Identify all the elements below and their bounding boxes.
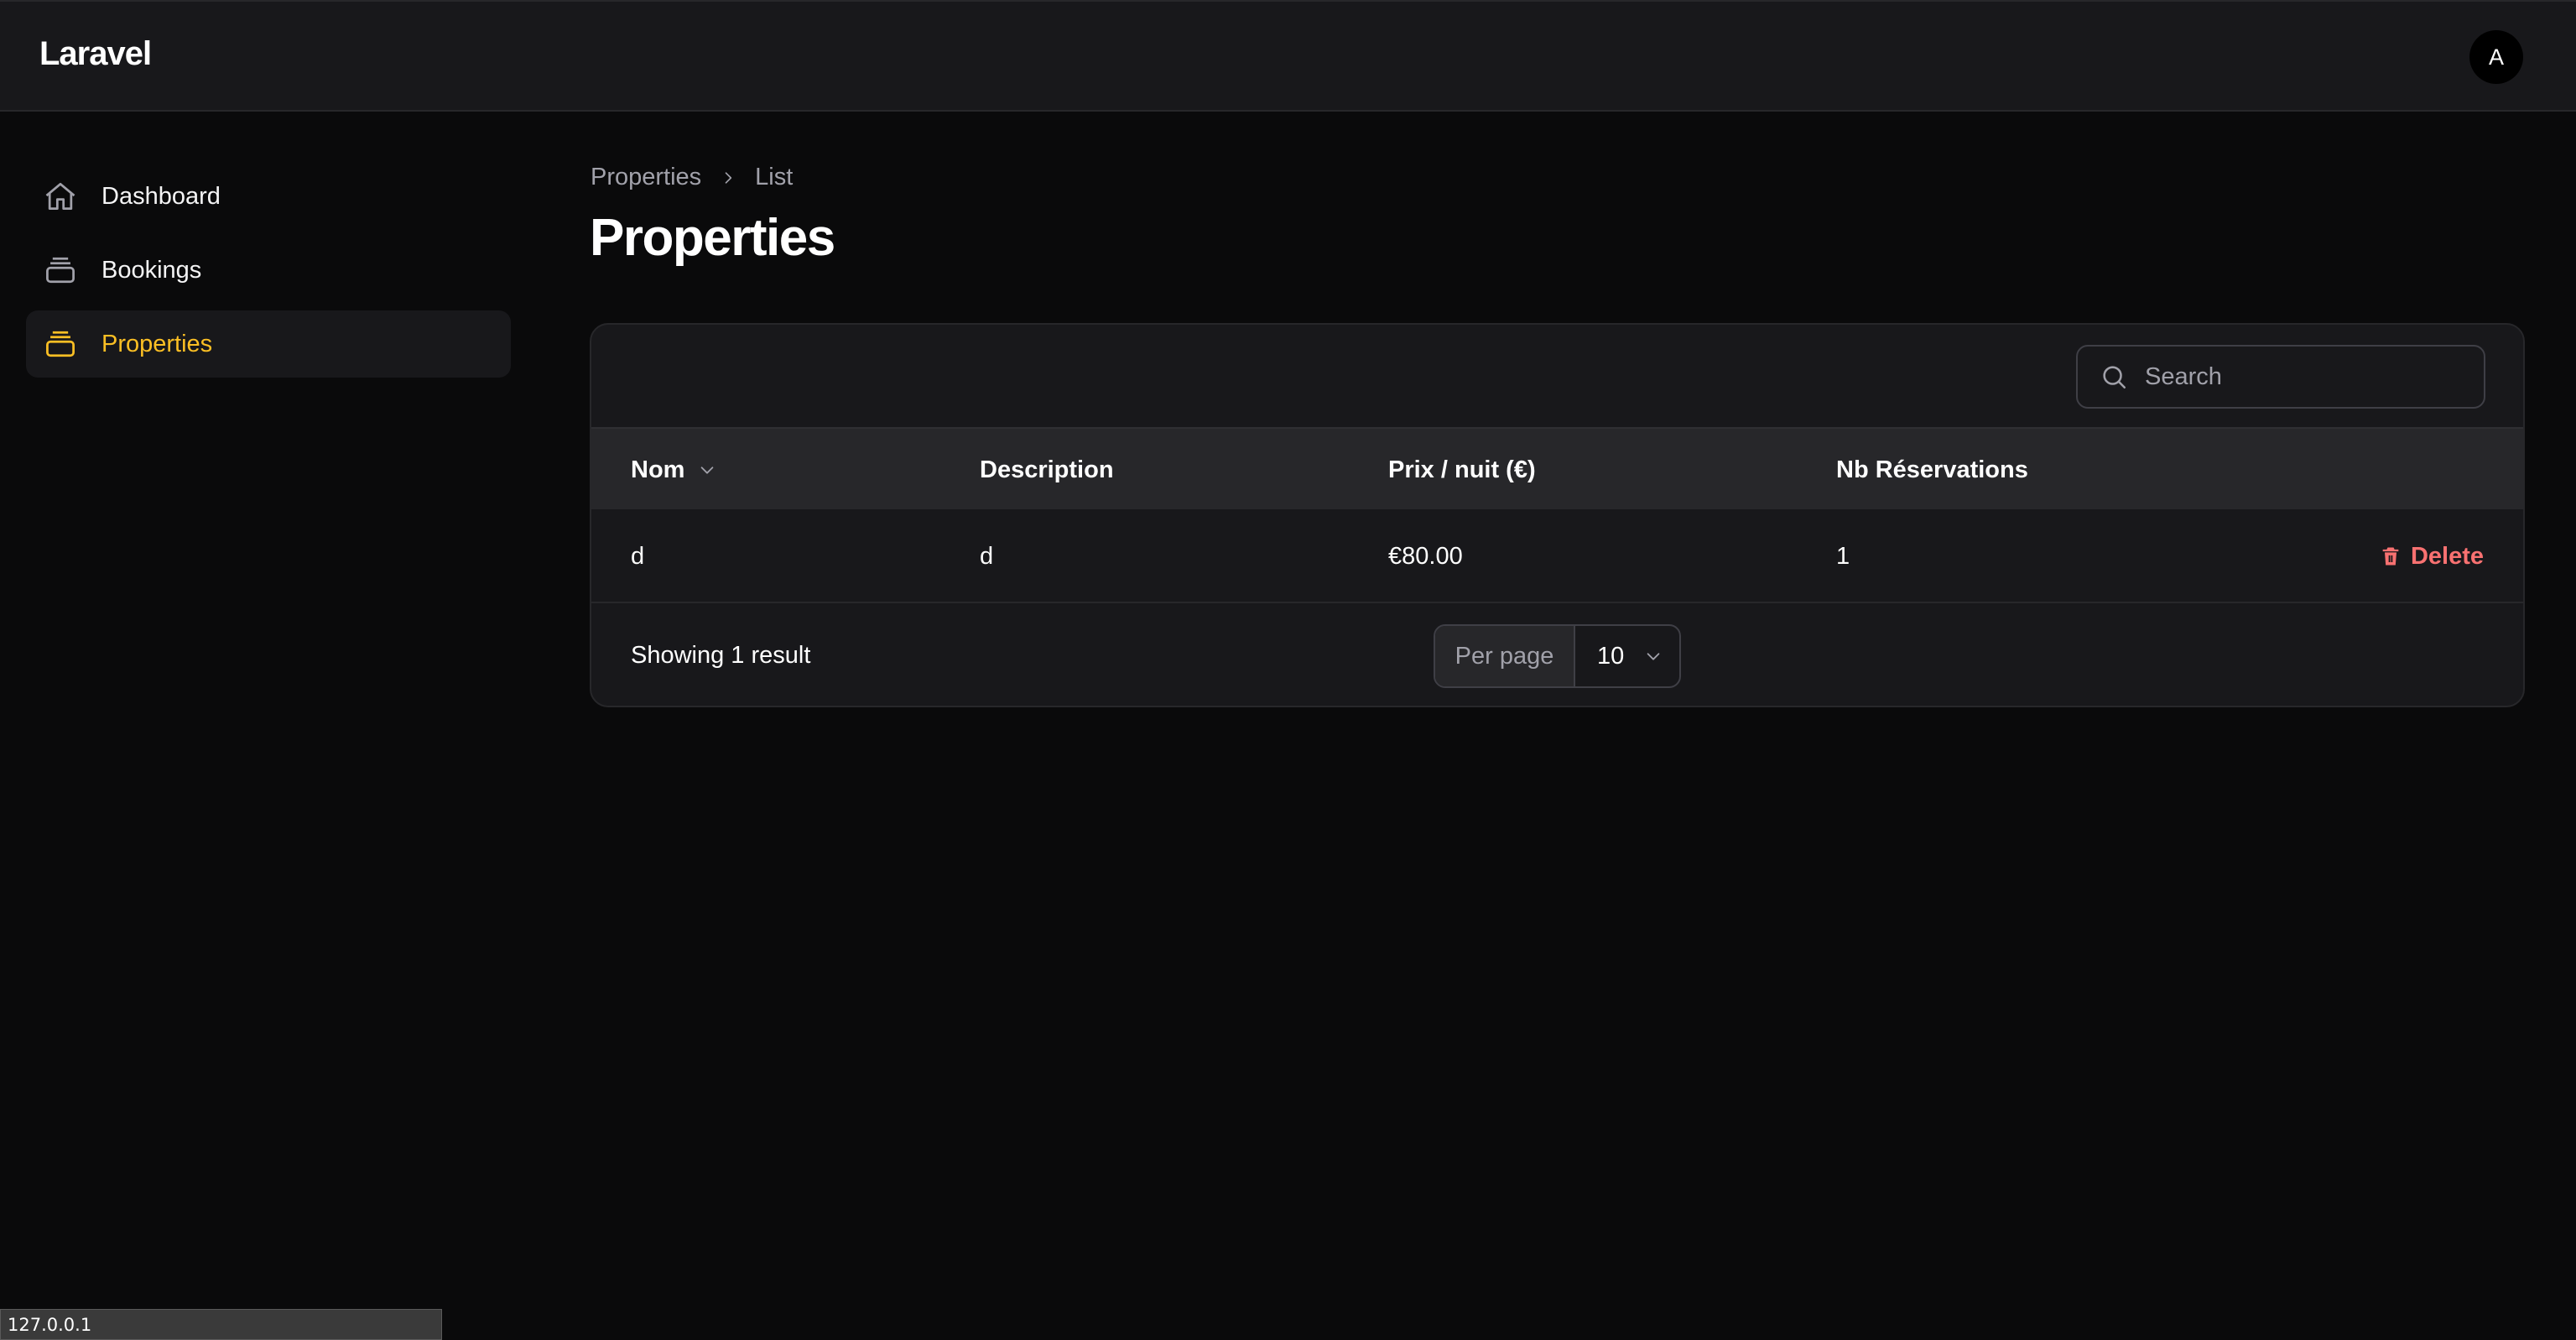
delete-button[interactable]: Delete bbox=[2379, 509, 2484, 603]
search-box[interactable] bbox=[2076, 345, 2485, 409]
cell-nom: d bbox=[631, 542, 645, 570]
sidebar-item-label: Bookings bbox=[101, 256, 202, 284]
browser-status-bar: 127.0.0.1 bbox=[0, 1309, 442, 1340]
stack-icon bbox=[41, 325, 80, 363]
home-icon bbox=[41, 177, 80, 216]
brand-logo[interactable]: Laravel bbox=[39, 35, 152, 73]
sidebar-item-label: Dashboard bbox=[101, 182, 221, 210]
table-row: d d €80.00 1 Delete bbox=[591, 509, 2523, 603]
per-page-select[interactable]: 10 bbox=[1575, 626, 1679, 686]
breadcrumb-current: List bbox=[755, 164, 794, 190]
column-header-prix: Prix / nuit (€) bbox=[1388, 456, 1536, 483]
chevron-down-icon bbox=[698, 461, 716, 479]
per-page-control: Per page 10 bbox=[1434, 624, 1681, 688]
top-bar: Laravel A bbox=[0, 0, 2576, 112]
chevron-down-icon bbox=[1644, 647, 1663, 665]
page-title: Properties bbox=[590, 209, 835, 267]
sidebar-item-dashboard[interactable]: Dashboard bbox=[26, 163, 511, 230]
breadcrumb: Properties List bbox=[591, 164, 793, 191]
table-header: Nom Description Prix / nuit (€) Nb Réser… bbox=[591, 427, 2523, 509]
properties-table-card: Nom Description Prix / nuit (€) Nb Réser… bbox=[590, 323, 2525, 707]
column-header-reservations: Nb Réservations bbox=[1836, 456, 2028, 483]
trash-icon bbox=[2379, 545, 2402, 568]
cell-description: d bbox=[980, 542, 994, 570]
user-avatar[interactable]: A bbox=[2469, 30, 2523, 84]
results-summary: Showing 1 result bbox=[631, 641, 811, 669]
chevron-right-icon bbox=[720, 169, 736, 186]
column-header-nom[interactable]: Nom bbox=[631, 429, 716, 511]
search-icon bbox=[2100, 362, 2128, 391]
search-input[interactable] bbox=[2143, 362, 2462, 392]
sidebar-item-label: Properties bbox=[101, 330, 213, 357]
delete-label: Delete bbox=[2410, 542, 2484, 570]
per-page-value: 10 bbox=[1597, 642, 1625, 670]
breadcrumb-link-properties[interactable]: Properties bbox=[591, 164, 701, 191]
column-header-description: Description bbox=[980, 456, 1114, 483]
per-page-label: Per page bbox=[1435, 626, 1575, 686]
cell-prix: €80.00 bbox=[1388, 542, 1463, 570]
stack-icon bbox=[41, 251, 80, 289]
sidebar-item-properties[interactable]: Properties bbox=[26, 310, 511, 378]
sidebar-item-bookings[interactable]: Bookings bbox=[26, 237, 511, 304]
cell-reservations: 1 bbox=[1836, 542, 1850, 570]
